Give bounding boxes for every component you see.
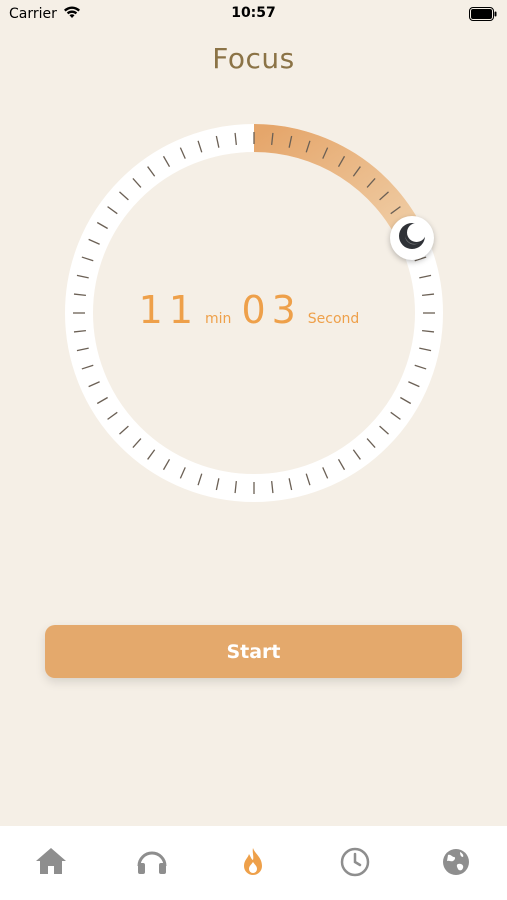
home-icon (34, 846, 68, 880)
time-display: 11 min 03 Second (64, 288, 444, 332)
status-bar: Carrier 10:57 (0, 0, 507, 30)
tab-history[interactable] (325, 846, 385, 882)
minutes-value: 11 (138, 288, 200, 332)
clock-icon (339, 846, 371, 882)
tab-home[interactable] (21, 846, 81, 880)
headphones-icon (135, 846, 169, 880)
progress-arc (253, 124, 426, 245)
flame-icon (238, 846, 268, 882)
tab-bar (0, 826, 507, 900)
battery-icon (469, 6, 497, 25)
tab-explore[interactable] (426, 846, 486, 882)
seconds-label: Second (307, 311, 360, 327)
tab-sounds[interactable] (122, 846, 182, 880)
seconds-value: 03 (241, 288, 302, 332)
page-title: Focus (212, 42, 295, 75)
start-button[interactable]: Start (45, 625, 462, 678)
minutes-label: min (205, 311, 232, 327)
status-time: 10:57 (231, 5, 276, 21)
tab-focus[interactable] (223, 846, 283, 882)
moon-icon (397, 221, 427, 255)
timer-dial[interactable]: 11 min 03 Second (64, 123, 444, 503)
globe-icon (440, 846, 472, 882)
